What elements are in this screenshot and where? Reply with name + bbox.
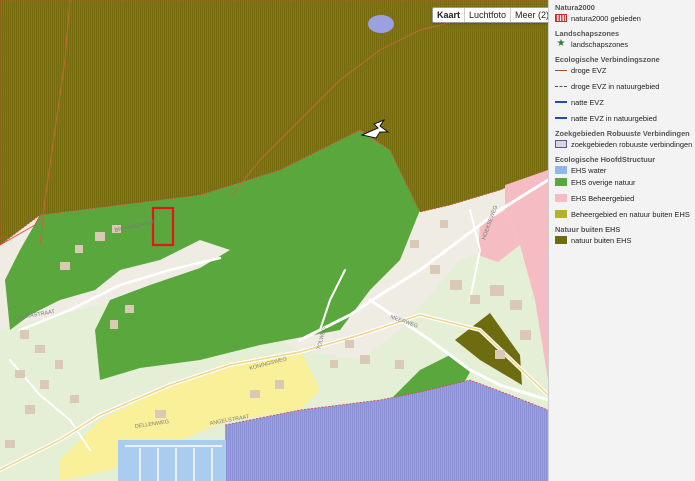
legend-item-natura2000[interactable]: natura2000 gebieden — [555, 12, 695, 24]
legend-item-landschapszones[interactable]: ★ landschapszones — [555, 38, 695, 50]
ehs-water-area[interactable] — [368, 15, 394, 33]
color-swatch-icon — [555, 194, 567, 202]
legend-section-title: Natura2000 — [555, 3, 595, 12]
legend-section-title: Ecologische HoofdStructuur — [555, 155, 656, 164]
legend-item-natte-evz[interactable]: natte EVZ — [555, 96, 695, 108]
hatched-swatch-icon — [555, 14, 567, 22]
legend-item-natte-evz-natuur[interactable]: natte EVZ in natuurgebied — [555, 112, 695, 124]
box-swatch-icon — [555, 140, 567, 148]
legend-item-droge-evz[interactable]: droge EVZ — [555, 64, 695, 76]
map-layers: BROEKSTRAAT KONINGSWEG MEERWEG DELLENWEG… — [0, 0, 548, 481]
legend-section-title: Zoekgebieden Robuuste Verbindingen — [555, 129, 690, 138]
line-icon — [555, 69, 567, 71]
legend-section-title: Landschapszones — [555, 29, 620, 38]
legend-section-title: Ecologische Verbindingszone — [555, 55, 660, 64]
legend-item-ehs-beheergebied[interactable]: EHS Beheergebied — [555, 192, 695, 204]
legend-item-natuur-buiten-ehs[interactable]: natuur buiten EHS — [555, 234, 695, 246]
legend-item-ehs-overige-natuur[interactable]: EHS overige natuur — [555, 176, 695, 188]
legend-panel: Natura2000 natura2000 gebieden Landschap… — [548, 0, 695, 481]
map-type-kaart-button[interactable]: Kaart — [433, 8, 466, 22]
map-type-meer-dropdown[interactable]: Meer (2) — [511, 8, 548, 22]
legend-item-droge-evz-natuur[interactable]: droge EVZ in natuurgebied — [555, 80, 695, 92]
legend-item-ehs-water[interactable]: EHS water — [555, 164, 695, 176]
dashed-line-icon — [555, 85, 567, 87]
map-type-luchtfoto-button[interactable]: Luchtfoto — [465, 8, 512, 22]
star-icon: ★ — [556, 38, 566, 49]
legend-item-robuuste-verbindingen[interactable]: zoekgebieden robuuste verbindingen — [555, 138, 695, 150]
legend-item-beheergebied-buiten-ehs[interactable]: Beheergebied en natuur buiten EHS — [555, 208, 695, 220]
legend-section-title: Natuur buiten EHS — [555, 225, 621, 234]
line-icon — [555, 101, 567, 103]
color-swatch-icon — [555, 166, 567, 174]
map-canvas[interactable]: BROEKSTRAAT KONINGSWEG MEERWEG DELLENWEG… — [0, 0, 548, 481]
color-swatch-icon — [555, 178, 567, 186]
map-type-control: Kaart Luchtfoto Meer (2) — [432, 7, 548, 23]
color-swatch-icon — [555, 210, 567, 218]
dashed-line-icon — [555, 117, 567, 119]
color-swatch-icon — [555, 236, 567, 244]
